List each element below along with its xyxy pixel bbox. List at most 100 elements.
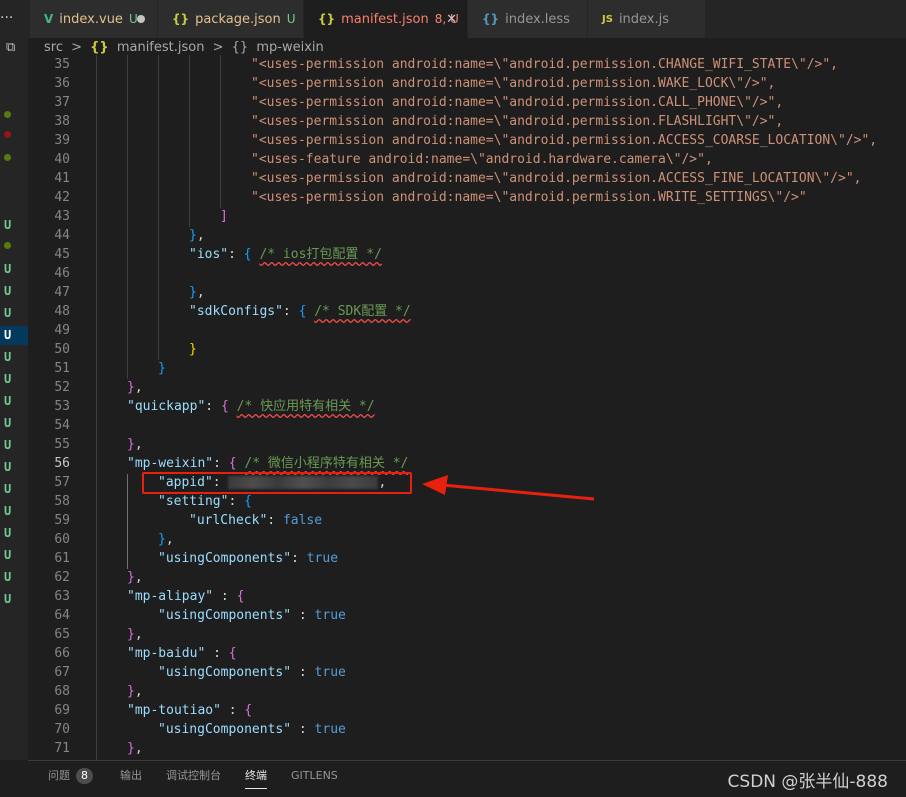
line-number: 43	[54, 209, 70, 224]
line-number: 58	[54, 494, 70, 509]
json-key: "mp-weixin"	[127, 456, 214, 471]
git-untracked-marker[interactable]: U	[0, 282, 28, 301]
code-comment: /* ios打包配置 */	[259, 247, 382, 262]
json-file-icon: {}	[318, 12, 336, 26]
tab-package-json[interactable]: {} package.json U	[158, 0, 304, 38]
json-key: "urlCheck"	[189, 513, 268, 528]
code-string: "<uses-feature android:name=\"android.ha…	[251, 152, 713, 167]
breadcrumb-symbol[interactable]: mp-weixin	[256, 40, 323, 55]
tab-label: 输出	[120, 769, 142, 782]
code-comment: /* 微信小程序特有相关 */	[244, 456, 409, 471]
tab-label: index.js	[618, 11, 670, 27]
line-number: 45	[54, 247, 70, 262]
code-line: 64 "usingComponents" : true	[28, 606, 906, 625]
json-key: "usingComponents"	[158, 608, 292, 623]
json-key: "ios"	[189, 247, 229, 262]
git-untracked-marker[interactable]: U	[0, 436, 28, 455]
git-change-dot-icon	[4, 242, 11, 249]
tab-index-less[interactable]: {} index.less	[468, 0, 588, 38]
code-line: 63 "mp-alipay" : {	[28, 587, 906, 606]
line-number: 60	[54, 532, 70, 547]
code-string: "<uses-permission android:name=\"android…	[251, 95, 784, 110]
line-number: 61	[54, 551, 70, 566]
git-untracked-marker[interactable]: U	[0, 348, 28, 367]
code-line: 36 "<uses-permission android:name=\"andro…	[28, 74, 906, 93]
git-untracked-marker[interactable]: U	[0, 546, 28, 565]
git-untracked-marker[interactable]: U	[0, 392, 28, 411]
code-line: 41 "<uses-permission android:name=\"andro…	[28, 169, 906, 188]
tab-index-vue[interactable]: V index.vue U	[30, 0, 158, 38]
json-value: true	[314, 608, 346, 623]
code-editor[interactable]: 35 "<uses-permission android:name=\"andro…	[28, 55, 906, 760]
problems-count-badge: 8	[76, 768, 93, 784]
json-key: "mp-baidu"	[127, 646, 206, 661]
code-line: 53 "quickapp": { /* 快应用特有相关 */	[28, 397, 906, 416]
tab-terminal[interactable]: 终端	[245, 761, 267, 797]
code-line: 37 "<uses-permission android:name=\"andro…	[28, 93, 906, 112]
tab-label: index.less	[505, 11, 570, 27]
code-string: "<uses-permission android:name=\"android…	[251, 57, 838, 72]
git-untracked-marker[interactable]: U	[0, 502, 28, 521]
tab-debug-console[interactable]: 调试控制台	[166, 761, 221, 797]
line-number: 35	[54, 57, 70, 72]
tab-label: package.json	[195, 11, 281, 27]
code-line: 50}	[28, 340, 906, 359]
git-untracked-marker[interactable]: U	[0, 260, 28, 279]
code-line: 70 "usingComponents" : true	[28, 720, 906, 739]
line-number: 70	[54, 722, 70, 737]
annotation-highlight-box	[142, 472, 412, 494]
code-line: 51}	[28, 359, 906, 378]
line-number: 67	[54, 665, 70, 680]
git-untracked-marker[interactable]: U	[0, 458, 28, 477]
git-change-dot-icon	[4, 131, 11, 138]
line-number: 38	[54, 114, 70, 129]
json-key: "mp-alipay"	[127, 589, 214, 604]
line-number: 68	[54, 684, 70, 699]
code-comment: /* 快应用特有相关 */	[236, 399, 375, 414]
tab-manifest-json[interactable]: {} manifest.json 8, U ✕	[304, 0, 468, 38]
code-line: 46	[28, 264, 906, 283]
git-untracked-marker[interactable]: U	[0, 326, 28, 345]
object-symbol-icon: {}	[231, 40, 249, 55]
line-number: 71	[54, 741, 70, 756]
code-string: "<uses-permission android:name=\"android…	[251, 171, 862, 186]
more-actions-icon[interactable]: ···	[0, 10, 14, 26]
tab-index-js[interactable]: JS index.js	[588, 0, 706, 38]
git-untracked-marker[interactable]: U	[0, 524, 28, 543]
git-untracked-marker[interactable]: U	[0, 590, 28, 609]
unsaved-dot-icon[interactable]	[137, 15, 145, 23]
code-line: 60},	[28, 530, 906, 549]
breadcrumb-separator: >	[212, 40, 224, 55]
line-number: 49	[54, 323, 70, 338]
code-line: 66 "mp-baidu" : {	[28, 644, 906, 663]
tab-problems[interactable]: 问题 8	[48, 761, 93, 797]
code-line: 47},	[28, 283, 906, 302]
tab-output[interactable]: 输出	[120, 761, 142, 797]
line-number: 51	[54, 361, 70, 376]
code-line: 68},	[28, 682, 906, 701]
tab-git-status: U	[286, 12, 296, 26]
code-line: 67 "usingComponents" : true	[28, 663, 906, 682]
split-editor-icon[interactable]: ⧉	[6, 40, 15, 55]
git-untracked-marker[interactable]: U	[0, 216, 28, 235]
code-line: 45 "ios": { /* ios打包配置 */	[28, 245, 906, 264]
editor-tab-bar: ··· V index.vue U {} package.json U {} m…	[0, 0, 906, 38]
git-untracked-marker[interactable]: U	[0, 480, 28, 499]
git-change-dot-icon	[4, 154, 11, 161]
tab-gitlens[interactable]: GITLENS	[291, 761, 338, 797]
git-untracked-marker[interactable]: U	[0, 414, 28, 433]
line-number: 57	[54, 475, 70, 490]
git-untracked-marker[interactable]: U	[0, 304, 28, 323]
tab-label: manifest.json	[341, 11, 429, 27]
breadcrumb-file[interactable]: manifest.json	[117, 40, 205, 55]
git-untracked-marker[interactable]: U	[0, 568, 28, 587]
code-string: "<uses-permission android:name=\"android…	[251, 76, 776, 91]
git-untracked-marker[interactable]: U	[0, 370, 28, 389]
line-number: 59	[54, 513, 70, 528]
close-icon[interactable]: ✕	[446, 12, 457, 27]
breadcrumb-folder[interactable]: src	[44, 40, 63, 55]
code-line: 48 "sdkConfigs": { /* SDK配置 */	[28, 302, 906, 321]
git-change-dot-icon	[4, 111, 11, 118]
line-number: 53	[54, 399, 70, 414]
code-line: 54	[28, 416, 906, 435]
